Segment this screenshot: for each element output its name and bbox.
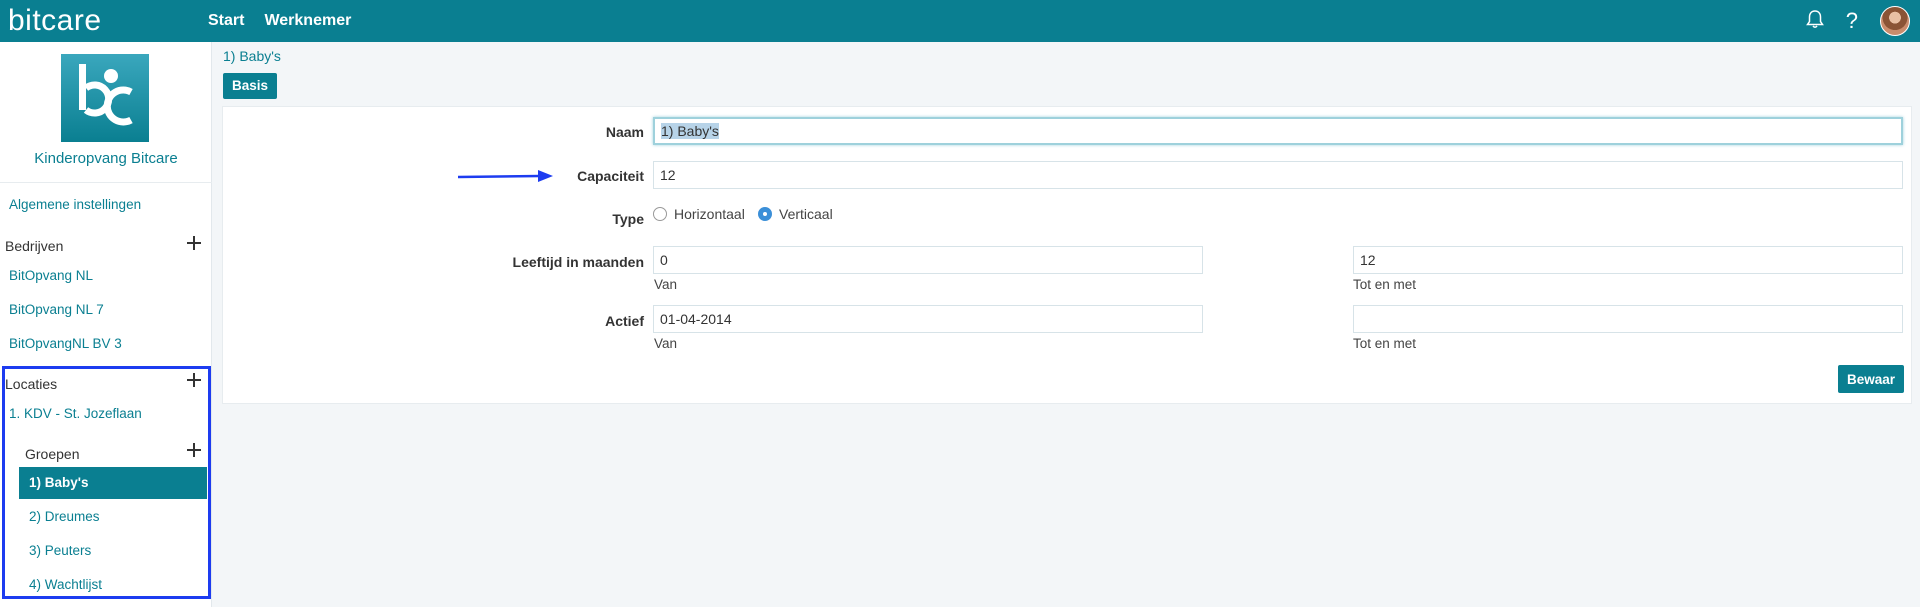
help-icon[interactable]: ? <box>1846 8 1858 34</box>
radio-horizontaal[interactable] <box>653 207 667 221</box>
active-to-input[interactable] <box>1353 305 1903 333</box>
radio-horizontaal-label[interactable]: Horizontaal <box>674 206 745 222</box>
active-from-input[interactable] <box>653 305 1203 333</box>
age-to-sublabel: Tot en met <box>1353 277 1417 292</box>
radio-verticaal[interactable] <box>758 207 772 221</box>
add-company-icon[interactable] <box>187 236 201 250</box>
active-label: Actief <box>605 313 644 329</box>
tab-basis[interactable]: Basis <box>223 73 277 99</box>
active-from-sublabel: Van <box>654 336 678 351</box>
nav-werknemer[interactable]: Werknemer <box>264 12 351 30</box>
active-to-sublabel: Tot en met <box>1353 336 1417 351</box>
org-header: Kinderopvang Bitcare <box>0 42 212 183</box>
nav-start[interactable]: Start <box>208 12 244 30</box>
name-label: Naam <box>605 124 644 140</box>
bell-icon[interactable] <box>1805 9 1824 34</box>
sidebar-general-settings[interactable]: Algemene instellingen <box>9 197 141 212</box>
name-input[interactable]: 1) Baby's <box>653 117 1903 145</box>
save-button[interactable]: Bewaar <box>1838 365 1904 393</box>
top-bar: bitcare Start Werknemer ? <box>0 0 1920 42</box>
brand-logo[interactable]: bitcare <box>8 0 200 42</box>
sidebar-company[interactable]: BitOpvang NL <box>9 268 93 283</box>
radio-verticaal-label[interactable]: Verticaal <box>779 206 833 222</box>
age-label: Leeftijd in maanden <box>512 254 644 270</box>
top-nav: Start Werknemer <box>208 12 351 30</box>
age-from-input[interactable] <box>653 246 1203 274</box>
age-to-input[interactable] <box>1353 246 1903 274</box>
sidebar: Kinderopvang Bitcare Algemene instelling… <box>0 42 212 607</box>
sidebar-company[interactable]: BitOpvang NL 7 <box>9 302 104 317</box>
highlight-annotation-box <box>2 366 211 599</box>
capacity-input[interactable] <box>653 161 1903 189</box>
name-input-value: 1) Baby's <box>661 123 719 139</box>
top-right-actions: ? <box>1805 0 1910 42</box>
capacity-label: Capaciteit <box>577 168 644 184</box>
org-name: Kinderopvang Bitcare <box>34 150 178 167</box>
age-from-sublabel: Van <box>654 277 678 292</box>
companies-heading: Bedrijven <box>5 238 64 254</box>
breadcrumb: 1) Baby's <box>223 48 281 64</box>
sidebar-company[interactable]: BitOpvangNL BV 3 <box>9 336 122 351</box>
avatar[interactable] <box>1880 6 1910 36</box>
bc-logo-icon <box>61 54 149 142</box>
type-label: Type <box>612 211 644 227</box>
